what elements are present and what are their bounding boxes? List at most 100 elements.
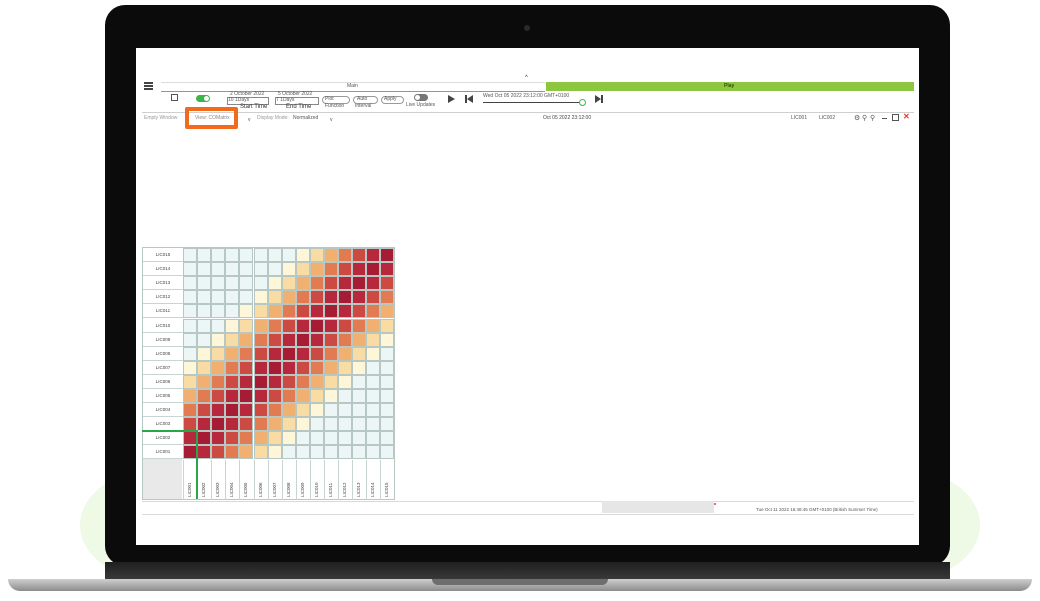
heatmap-cell[interactable] [267, 445, 282, 460]
heatmap-cell[interactable] [253, 389, 268, 404]
heatmap-cell[interactable] [225, 417, 240, 432]
heatmap-cell[interactable] [380, 346, 395, 361]
heatmap-cell[interactable] [239, 360, 254, 375]
heatmap-cell[interactable] [281, 276, 296, 291]
heatmap-cell[interactable] [183, 389, 198, 404]
heatmap-cell[interactable] [380, 417, 395, 432]
heatmap-cell[interactable] [366, 332, 381, 347]
timeline-slider[interactable] [483, 99, 586, 106]
heatmap-cell[interactable] [352, 332, 367, 347]
heatmap-cell[interactable] [309, 360, 324, 375]
close-icon[interactable]: ✕ [903, 112, 910, 121]
heatmap-cell[interactable] [309, 417, 324, 432]
heatmap-cell[interactable] [295, 248, 310, 263]
heatmap-cell[interactable] [366, 445, 381, 460]
heatmap-cell[interactable] [295, 318, 310, 333]
heatmap-cell[interactable] [211, 403, 226, 418]
live-updates-toggle[interactable] [414, 94, 428, 101]
play-icon[interactable] [448, 95, 455, 103]
heatmap-cell[interactable] [281, 318, 296, 333]
heatmap-cell[interactable] [183, 445, 198, 460]
maximize-icon[interactable] [892, 114, 899, 121]
heatmap-cell[interactable] [352, 290, 367, 305]
heatmap-cell[interactable] [267, 290, 282, 305]
heatmap-cell[interactable] [352, 304, 367, 319]
heatmap-cell[interactable] [225, 262, 240, 277]
heatmap-cell[interactable] [225, 304, 240, 319]
heatmap-cell[interactable] [380, 360, 395, 375]
heatmap-cell[interactable] [267, 248, 282, 263]
heatmap-cell[interactable] [225, 360, 240, 375]
heatmap-cell[interactable] [281, 262, 296, 277]
heatmap-cell[interactable] [239, 262, 254, 277]
heatmap-cell[interactable] [366, 262, 381, 277]
heatmap-cell[interactable] [380, 332, 395, 347]
heatmap-cell[interactable] [183, 248, 198, 263]
heatmap-cell[interactable] [338, 276, 353, 291]
heatmap-cell[interactable] [281, 346, 296, 361]
heatmap-cell[interactable] [295, 276, 310, 291]
heatmap-cell[interactable] [197, 431, 212, 446]
heatmap-cell[interactable] [309, 248, 324, 263]
heatmap-cell[interactable] [183, 374, 198, 389]
heatmap-cell[interactable] [352, 360, 367, 375]
heatmap-cell[interactable] [183, 290, 198, 305]
heatmap-cell[interactable] [225, 276, 240, 291]
heatmap-cell[interactable] [197, 318, 212, 333]
heatmap-cell[interactable] [295, 262, 310, 277]
heatmap-cell[interactable] [295, 431, 310, 446]
heatmap-cell[interactable] [253, 346, 268, 361]
heatmap-cell[interactable] [338, 346, 353, 361]
heatmap-cell[interactable] [366, 248, 381, 263]
heatmap-cell[interactable] [197, 374, 212, 389]
heatmap-cell[interactable] [338, 374, 353, 389]
heatmap-cell[interactable] [281, 304, 296, 319]
heatmap-cell[interactable] [366, 290, 381, 305]
heatmap-cell[interactable] [267, 431, 282, 446]
heatmap-cell[interactable] [197, 276, 212, 291]
heatmap-cell[interactable] [239, 417, 254, 432]
heatmap-cell[interactable] [295, 346, 310, 361]
heatmap-cell[interactable] [380, 276, 395, 291]
tag-icon[interactable]: ⚲ [870, 114, 875, 122]
heatmap-cell[interactable] [338, 417, 353, 432]
heatmap-cell[interactable] [380, 290, 395, 305]
heatmap-cell[interactable] [225, 431, 240, 446]
heatmap-cell[interactable] [197, 290, 212, 305]
heatmap-cell[interactable] [309, 332, 324, 347]
heatmap-cell[interactable] [211, 417, 226, 432]
heatmap-cell[interactable] [281, 389, 296, 404]
heatmap-cell[interactable] [239, 304, 254, 319]
heatmap-cell[interactable] [366, 431, 381, 446]
heatmap-cell[interactable] [211, 374, 226, 389]
skip-forward-icon[interactable] [595, 95, 603, 103]
heatmap-cell[interactable] [309, 431, 324, 446]
heatmap-cell[interactable] [267, 332, 282, 347]
heatmap-cell[interactable] [309, 290, 324, 305]
heatmap-cell[interactable] [253, 431, 268, 446]
heatmap-cell[interactable] [338, 431, 353, 446]
heatmap-cell[interactable] [309, 389, 324, 404]
heatmap-cell[interactable] [183, 276, 198, 291]
heatmap-cell[interactable] [366, 360, 381, 375]
heatmap-cell[interactable] [338, 403, 353, 418]
heatmap-cell[interactable] [281, 248, 296, 263]
link-icon[interactable]: ⚲ [862, 114, 867, 122]
heatmap-cell[interactable] [338, 389, 353, 404]
heatmap-cell[interactable] [183, 262, 198, 277]
heatmap-cell[interactable] [197, 332, 212, 347]
minimize-icon[interactable] [882, 118, 887, 119]
heatmap-cell[interactable] [352, 346, 367, 361]
heatmap-cell[interactable] [197, 360, 212, 375]
right-select-1[interactable]: LIC001 [791, 116, 807, 121]
heatmap-cell[interactable] [380, 389, 395, 404]
heatmap-cell[interactable] [324, 403, 339, 418]
heatmap-cell[interactable] [267, 360, 282, 375]
heatmap-cell[interactable] [197, 445, 212, 460]
heatmap-cell[interactable] [225, 389, 240, 404]
heatmap-cell[interactable] [324, 374, 339, 389]
heatmap-cell[interactable] [197, 389, 212, 404]
heatmap-cell[interactable] [295, 417, 310, 432]
heatmap-cell[interactable] [281, 403, 296, 418]
heatmap-cell[interactable] [211, 290, 226, 305]
